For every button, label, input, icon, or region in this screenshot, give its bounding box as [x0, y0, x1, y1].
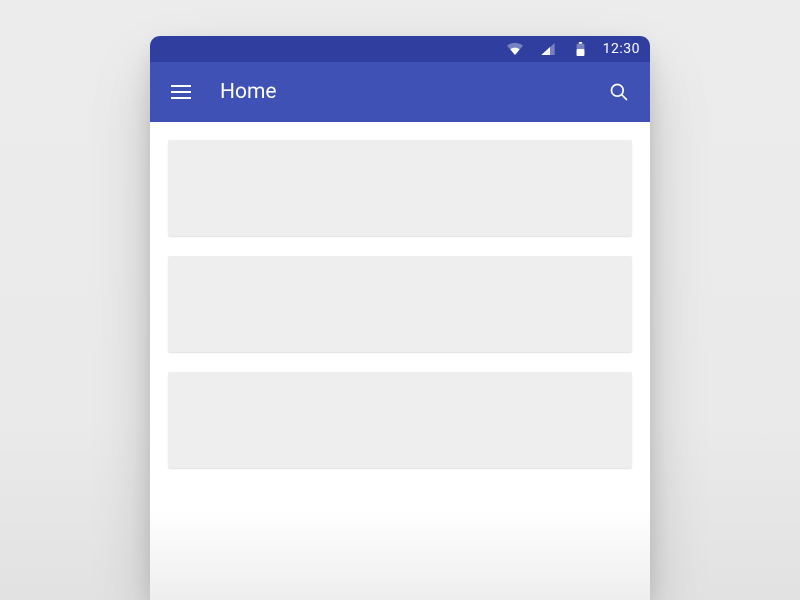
content-area	[150, 122, 650, 468]
wifi-icon	[502, 36, 528, 62]
battery-icon	[568, 36, 594, 62]
menu-icon[interactable]	[168, 79, 194, 105]
list-item[interactable]	[168, 140, 632, 236]
search-icon[interactable]	[606, 79, 632, 105]
list-item[interactable]	[168, 372, 632, 468]
bottom-fade	[150, 510, 650, 600]
status-bar: 12:30	[150, 36, 650, 62]
status-clock: 12:30	[603, 41, 640, 57]
list-item[interactable]	[168, 256, 632, 352]
cellular-icon	[535, 36, 561, 62]
app-bar: Home	[150, 62, 650, 122]
page-title: Home	[220, 80, 580, 104]
device-frame: 12:30 Home	[150, 36, 650, 600]
